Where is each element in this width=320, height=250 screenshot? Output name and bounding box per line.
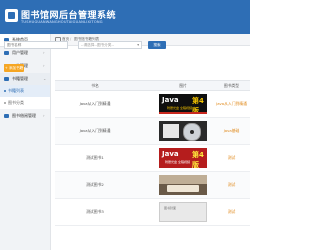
cover-bed <box>167 185 199 192</box>
book-name: 测试图书1 <box>86 155 104 160</box>
app-subtitle: TUSHUGUANWANGHOUTAIGUANLIXITONG <box>21 20 103 24</box>
cover-image <box>159 121 207 141</box>
sidebar-item-label: 图书分类 <box>8 100 24 105</box>
books-table: 书名 图片 图书类型 Java从入门到精通 Java 第4版 附赠光盘 全程视频… <box>55 80 250 226</box>
sidebar-item-label: 书籍管理 <box>12 76 28 81</box>
book-icon <box>4 77 9 81</box>
cover-title: Java <box>162 150 179 158</box>
cover-subtitle: 附赠光盘 全程视频 <box>165 160 190 164</box>
cd-disc-icon <box>183 123 201 141</box>
cover-image: 图书封面 <box>159 202 207 222</box>
book-cover: Java 第4版 附赠光盘 全程视频 <box>159 94 207 114</box>
column-header-name: 书名 <box>91 83 99 88</box>
book-type: Java基础 <box>223 128 240 133</box>
book-cover: 图书封面 <box>159 202 207 222</box>
sidebar-item-label: 图书借阅管理 <box>12 113 36 118</box>
chevron-right-icon: › <box>43 113 45 118</box>
sidebar-item-books[interactable]: 书籍管理 ⌄ <box>0 73 50 85</box>
cover-image: Java 第4版 附赠光盘 全程视频 <box>159 148 207 168</box>
borrow-icon <box>4 114 9 118</box>
cover-title: Java <box>162 96 179 104</box>
chevron-down-icon: ⌄ <box>43 76 47 81</box>
search-button[interactable]: 搜索 <box>148 41 166 49</box>
book-name: 测试图书3 <box>86 209 104 214</box>
book-name: Java从入门到精通 <box>79 128 111 133</box>
cover-image: Java 第4版 附赠光盘 全程视频 <box>159 94 207 114</box>
cover-book <box>163 124 179 138</box>
book-type: 测试 <box>227 182 236 187</box>
table-header: 书名 图片 图书类型 <box>55 81 250 91</box>
book-type: 测试 <box>227 155 236 160</box>
book-name: Java从入门到精通 <box>79 101 111 106</box>
sidebar-item-book-category[interactable]: 图书分类 <box>0 97 50 109</box>
sidebar-item-label: 书籍列表 <box>8 88 24 93</box>
cover-stripe <box>159 112 207 114</box>
category-select[interactable]: --请选择--图书分类-- ▾ <box>78 41 142 49</box>
top-header: 图书馆网后台管理系统 TUSHUGUANWANGHOUTAIGUANLIXITO… <box>0 0 250 34</box>
book-name: 测试图书2 <box>86 182 104 187</box>
bullet-icon <box>4 90 6 92</box>
book-type: Java从入门到精通 <box>216 101 247 106</box>
search-input[interactable] <box>4 41 68 49</box>
bullet-icon <box>4 102 6 104</box>
cover-placeholder-text: 图书封面 <box>164 206 177 210</box>
table-row[interactable]: 测试图书3 图书封面 测试 <box>55 199 250 226</box>
chevron-right-icon: › <box>43 63 45 68</box>
sidebar-item-book-list[interactable]: 书籍列表 <box>0 85 50 97</box>
book-cover: Java 第4版 附赠光盘 全程视频 <box>159 148 207 168</box>
category-select-value: --请选择--图书分类-- <box>81 43 114 47</box>
book-type: 测试 <box>227 209 236 214</box>
table-row[interactable]: 测试图书1 Java 第4版 附赠光盘 全程视频 测试 <box>55 145 250 172</box>
column-header-type: 图书类型 <box>223 83 240 88</box>
chevron-down-icon: ▾ <box>137 43 139 47</box>
cover-image <box>159 175 207 195</box>
book-cover <box>159 175 207 195</box>
cover-edition: 第4版 <box>192 151 204 168</box>
logo-icon <box>5 9 18 22</box>
cover-subtitle: 附赠光盘 全程视频 <box>167 106 192 110</box>
book-cover <box>159 121 207 141</box>
sidebar-item-borrow[interactable]: 图书借阅管理 › <box>0 110 50 122</box>
users-icon <box>4 51 9 55</box>
column-header-image: 图片 <box>179 83 187 88</box>
table-row[interactable]: Java从入门到精通 Java基础 <box>55 118 250 145</box>
add-book-button[interactable]: + 添加书籍 <box>4 64 24 72</box>
table-row[interactable]: Java从入门到精通 Java 第4版 附赠光盘 全程视频 Java从入门到精通 <box>55 91 250 118</box>
breadcrumb-separator: / <box>70 37 72 41</box>
cover-wall <box>159 175 207 184</box>
table-row[interactable]: 测试图书2 测试 <box>55 172 250 199</box>
